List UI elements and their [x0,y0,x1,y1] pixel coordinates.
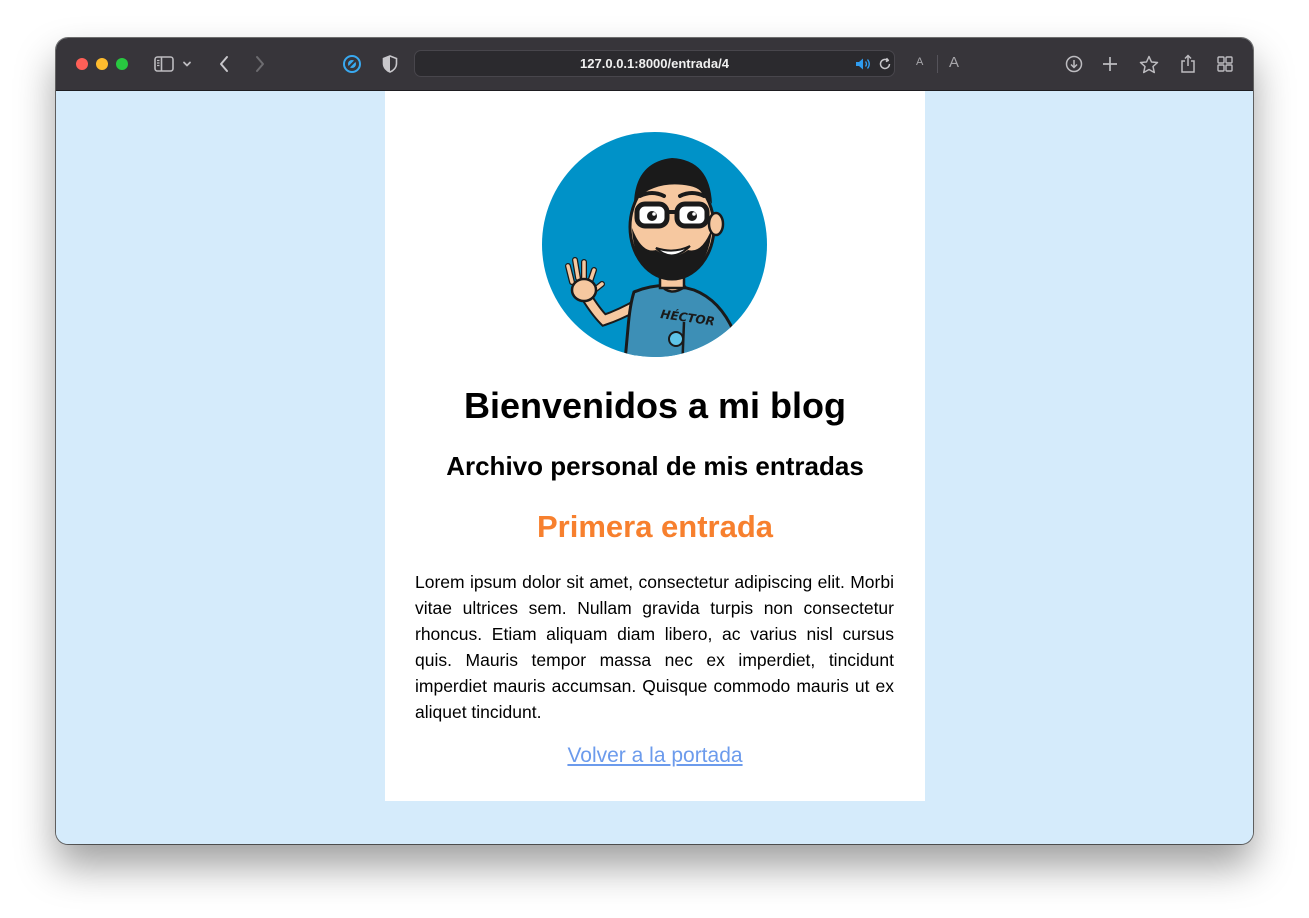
chevron-down-icon[interactable] [180,52,194,76]
new-tab-icon[interactable] [1098,52,1122,76]
entry-title: Primera entrada [536,509,774,544]
text-size-divider [937,55,938,73]
extension-icon[interactable] [340,52,364,76]
blog-title: Bienvenidos a mi blog [463,385,847,426]
browser-toolbar: 127.0.0.1:8000/entrada/4 A A [56,38,1253,91]
speaker-icon[interactable] [851,52,875,76]
blog-subtitle: Archivo personal de mis entradas [446,451,864,481]
avatar: HÉCTOR [542,132,767,357]
close-window-button[interactable] [76,58,88,70]
tab-overview-icon[interactable] [1213,52,1237,76]
shield-icon[interactable] [378,52,402,76]
url-text[interactable]: 127.0.0.1:8000/entrada/4 [415,56,894,71]
address-bar[interactable]: 127.0.0.1:8000/entrada/4 [414,50,895,77]
zoom-window-button[interactable] [116,58,128,70]
cartoon-avatar-icon: HÉCTOR [542,132,767,357]
minimize-window-button[interactable] [96,58,108,70]
share-icon[interactable] [1176,52,1200,76]
bookmark-star-icon[interactable] [1137,52,1161,76]
reload-icon[interactable] [873,52,897,76]
back-icon[interactable] [212,52,236,76]
increase-text-size-button[interactable]: A [949,54,959,71]
page-viewport: HÉCTOR Bienvenidos a mi blog Archivo per… [56,91,1253,844]
download-icon[interactable] [1062,52,1086,76]
blog-entry-card: HÉCTOR Bienvenidos a mi blog Archivo per… [385,91,925,801]
decrease-text-size-button[interactable]: A [916,56,923,68]
sidebar-icon[interactable] [152,52,176,76]
back-link-container: Volver a la portada [385,744,925,768]
forward-icon[interactable] [248,52,272,76]
entry-body: Lorem ipsum dolor sit amet, consectetur … [415,572,894,722]
browser-window: 127.0.0.1:8000/entrada/4 A A HÉCTOR Bien… [56,38,1253,844]
back-to-home-link[interactable]: Volver a la portada [567,744,742,767]
